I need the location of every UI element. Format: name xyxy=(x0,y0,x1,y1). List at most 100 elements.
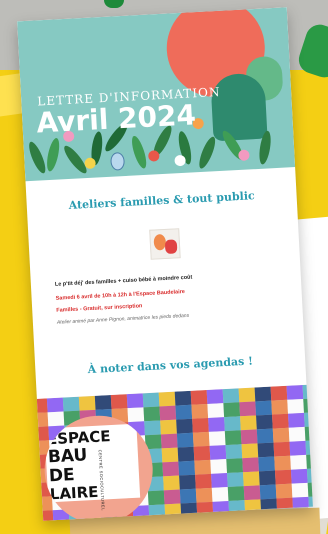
mural-tile xyxy=(177,446,195,462)
mural-tile xyxy=(179,474,196,490)
mural-tile xyxy=(110,394,128,409)
mural-tile xyxy=(256,414,273,430)
mural-tile xyxy=(290,468,308,484)
mural-tile xyxy=(272,427,290,443)
mural-tile xyxy=(290,454,307,470)
mural-tile xyxy=(175,404,193,420)
mural-tile xyxy=(127,407,145,423)
mural-tile xyxy=(227,472,244,488)
mural-tile xyxy=(258,470,276,486)
section-title-ateliers: Ateliers familles & tout public xyxy=(68,189,255,212)
mural-tile xyxy=(209,445,227,460)
mural-tile xyxy=(242,457,259,473)
mural-tile xyxy=(254,386,272,402)
flower-shape xyxy=(148,150,160,162)
logo-line-1: ESPACE xyxy=(46,427,111,449)
mural-tile xyxy=(225,444,243,460)
mural-tile xyxy=(62,396,80,412)
logo-line-2: BAU xyxy=(47,445,88,468)
mural-tile xyxy=(143,406,161,422)
mural-tile xyxy=(174,390,192,406)
leaf-shape xyxy=(129,134,150,170)
leaf-shape xyxy=(44,137,62,173)
mural-tile xyxy=(240,415,257,431)
mural-tile xyxy=(223,402,241,418)
mural-tile xyxy=(259,484,277,500)
mural-tile xyxy=(256,428,274,444)
mural-tile xyxy=(193,445,211,461)
mural-tile xyxy=(211,487,229,502)
mural-tile xyxy=(31,412,49,428)
mural-tile xyxy=(208,431,226,446)
mural-tile xyxy=(211,473,228,488)
mural-tile xyxy=(255,400,273,416)
mural-tile xyxy=(210,459,228,474)
mural-tile xyxy=(288,426,306,442)
mural-tile xyxy=(161,447,179,463)
mural-tile xyxy=(78,395,96,411)
mural-tile xyxy=(289,440,307,456)
mural-tile xyxy=(176,418,193,434)
logo-line-4: LAIRE xyxy=(49,482,99,504)
event-image xyxy=(149,228,181,260)
mural-tile xyxy=(243,485,261,501)
mural-tile xyxy=(239,401,257,417)
hill-shape xyxy=(210,72,268,142)
leaf-shape xyxy=(196,135,219,171)
mural-tile xyxy=(240,429,258,445)
mural-tile xyxy=(162,461,180,477)
mural-tile xyxy=(286,384,304,400)
mural-tile xyxy=(194,459,212,475)
mural-tile xyxy=(291,482,309,498)
mural-tile xyxy=(227,486,245,502)
mural-tile xyxy=(159,405,177,421)
easter-egg xyxy=(110,151,126,171)
mural-tile xyxy=(270,385,288,401)
mural-tile xyxy=(224,430,242,446)
flower-shape xyxy=(84,157,96,170)
mural-tile xyxy=(178,460,196,476)
mural-tile xyxy=(241,443,259,459)
mural-tile xyxy=(222,388,240,404)
mural-tile xyxy=(257,442,275,458)
mural-tile xyxy=(126,393,144,409)
mural-tile xyxy=(176,432,194,448)
mural-tile xyxy=(163,489,181,505)
mural-tile xyxy=(147,490,165,506)
mural-tile xyxy=(208,417,225,432)
flower-shape xyxy=(238,149,250,162)
mural-tile xyxy=(94,395,112,410)
mural-tile xyxy=(238,387,256,403)
mural-tile xyxy=(224,416,241,432)
mural-tile xyxy=(275,483,293,499)
mural-tile xyxy=(142,392,160,408)
mural-tile xyxy=(195,473,212,489)
mural-tile xyxy=(271,399,289,415)
mural-tile xyxy=(274,455,291,471)
mural-tile xyxy=(36,510,54,521)
mural-tile xyxy=(47,411,65,427)
mural-tile xyxy=(206,389,224,404)
mural-tile xyxy=(30,398,48,414)
mural-tile xyxy=(273,441,291,457)
flower-shape xyxy=(174,154,186,167)
hero-illustration: LETTRE D'INFORMATION Avril 2024 xyxy=(17,7,296,182)
mural-tile xyxy=(46,397,64,413)
mural-tile xyxy=(258,456,275,472)
mural-tile xyxy=(163,475,180,491)
mural-tile xyxy=(207,403,225,418)
leaf-shape xyxy=(26,139,49,176)
mural-tile xyxy=(160,433,178,449)
mural-tile xyxy=(190,389,208,405)
mural-tile xyxy=(243,471,260,487)
newsletter-title: Avril 2024 xyxy=(35,98,197,140)
mural-tile xyxy=(288,412,305,428)
mural-tile xyxy=(192,417,209,433)
mural-tile xyxy=(274,469,292,485)
mural-tile xyxy=(226,458,244,474)
mural-tile xyxy=(191,403,209,419)
newsletter-card: LETTRE D'INFORMATION Avril 2024 Ateliers… xyxy=(17,7,313,521)
mural-tile xyxy=(144,420,161,436)
mural-tile xyxy=(179,488,197,504)
mural-tile xyxy=(158,391,176,407)
